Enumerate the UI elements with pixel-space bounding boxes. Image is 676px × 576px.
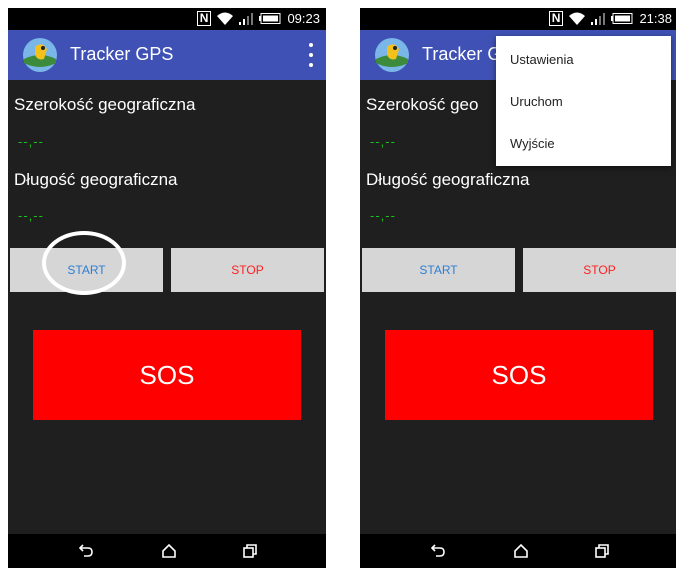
latitude-label: Szerokość geo — [366, 95, 479, 114]
signal-icon — [591, 12, 606, 25]
status-time: 09:23 — [287, 11, 320, 26]
app-logo-icon — [22, 37, 58, 73]
app-logo-icon — [374, 37, 410, 73]
back-icon[interactable] — [430, 543, 446, 559]
longitude-value: --,-- — [370, 208, 396, 223]
wifi-icon — [217, 12, 234, 25]
latitude-value: --,-- — [370, 134, 396, 149]
back-icon[interactable] — [78, 543, 94, 559]
screenshot-left: N 09:23 Tracker GPS Szerokość geograficz… — [8, 8, 326, 568]
longitude-label: Długość geograficzna — [366, 170, 530, 189]
stop-button[interactable]: STOP — [171, 248, 324, 292]
app-title: Tracker GPS — [70, 44, 174, 64]
sos-button[interactable]: SOS — [385, 330, 653, 420]
recent-apps-icon[interactable] — [242, 543, 258, 559]
navigation-bar — [360, 534, 676, 568]
start-button[interactable]: START — [362, 248, 515, 292]
recent-apps-icon[interactable] — [594, 543, 610, 559]
overflow-menu-icon[interactable] — [304, 43, 318, 67]
home-icon[interactable] — [513, 543, 529, 559]
battery-icon — [611, 13, 633, 24]
wifi-icon — [569, 12, 586, 25]
app-bar: Tracker GPS — [8, 30, 326, 80]
navigation-bar — [8, 534, 326, 568]
app-title: Tracker G — [422, 44, 502, 64]
nfc-icon: N — [196, 11, 212, 26]
latitude-label: Szerokość geograficzna — [14, 95, 196, 114]
highlight-circle — [42, 231, 126, 295]
status-bar: N 09:23 — [8, 8, 326, 30]
status-time: 21:38 — [639, 11, 672, 26]
nfc-icon: N — [548, 11, 564, 26]
menu-item-run[interactable]: Uruchom — [510, 94, 563, 109]
latitude-value: --,-- — [18, 134, 44, 149]
stop-button[interactable]: STOP — [523, 248, 676, 292]
menu-item-exit[interactable]: Wyjście — [510, 136, 555, 151]
sos-button[interactable]: SOS — [33, 330, 301, 420]
battery-icon — [259, 13, 281, 24]
overflow-menu: Ustawienia Uruchom Wyjście — [496, 36, 671, 166]
signal-icon — [239, 12, 254, 25]
status-bar: N 21:38 — [360, 8, 676, 30]
screenshot-right: N 21:38 Tracker G Szerokość geo --,-- Dł… — [360, 8, 676, 568]
menu-item-settings[interactable]: Ustawienia — [510, 52, 574, 67]
home-icon[interactable] — [161, 543, 177, 559]
longitude-label: Długość geograficzna — [14, 170, 178, 189]
longitude-value: --,-- — [18, 208, 44, 223]
